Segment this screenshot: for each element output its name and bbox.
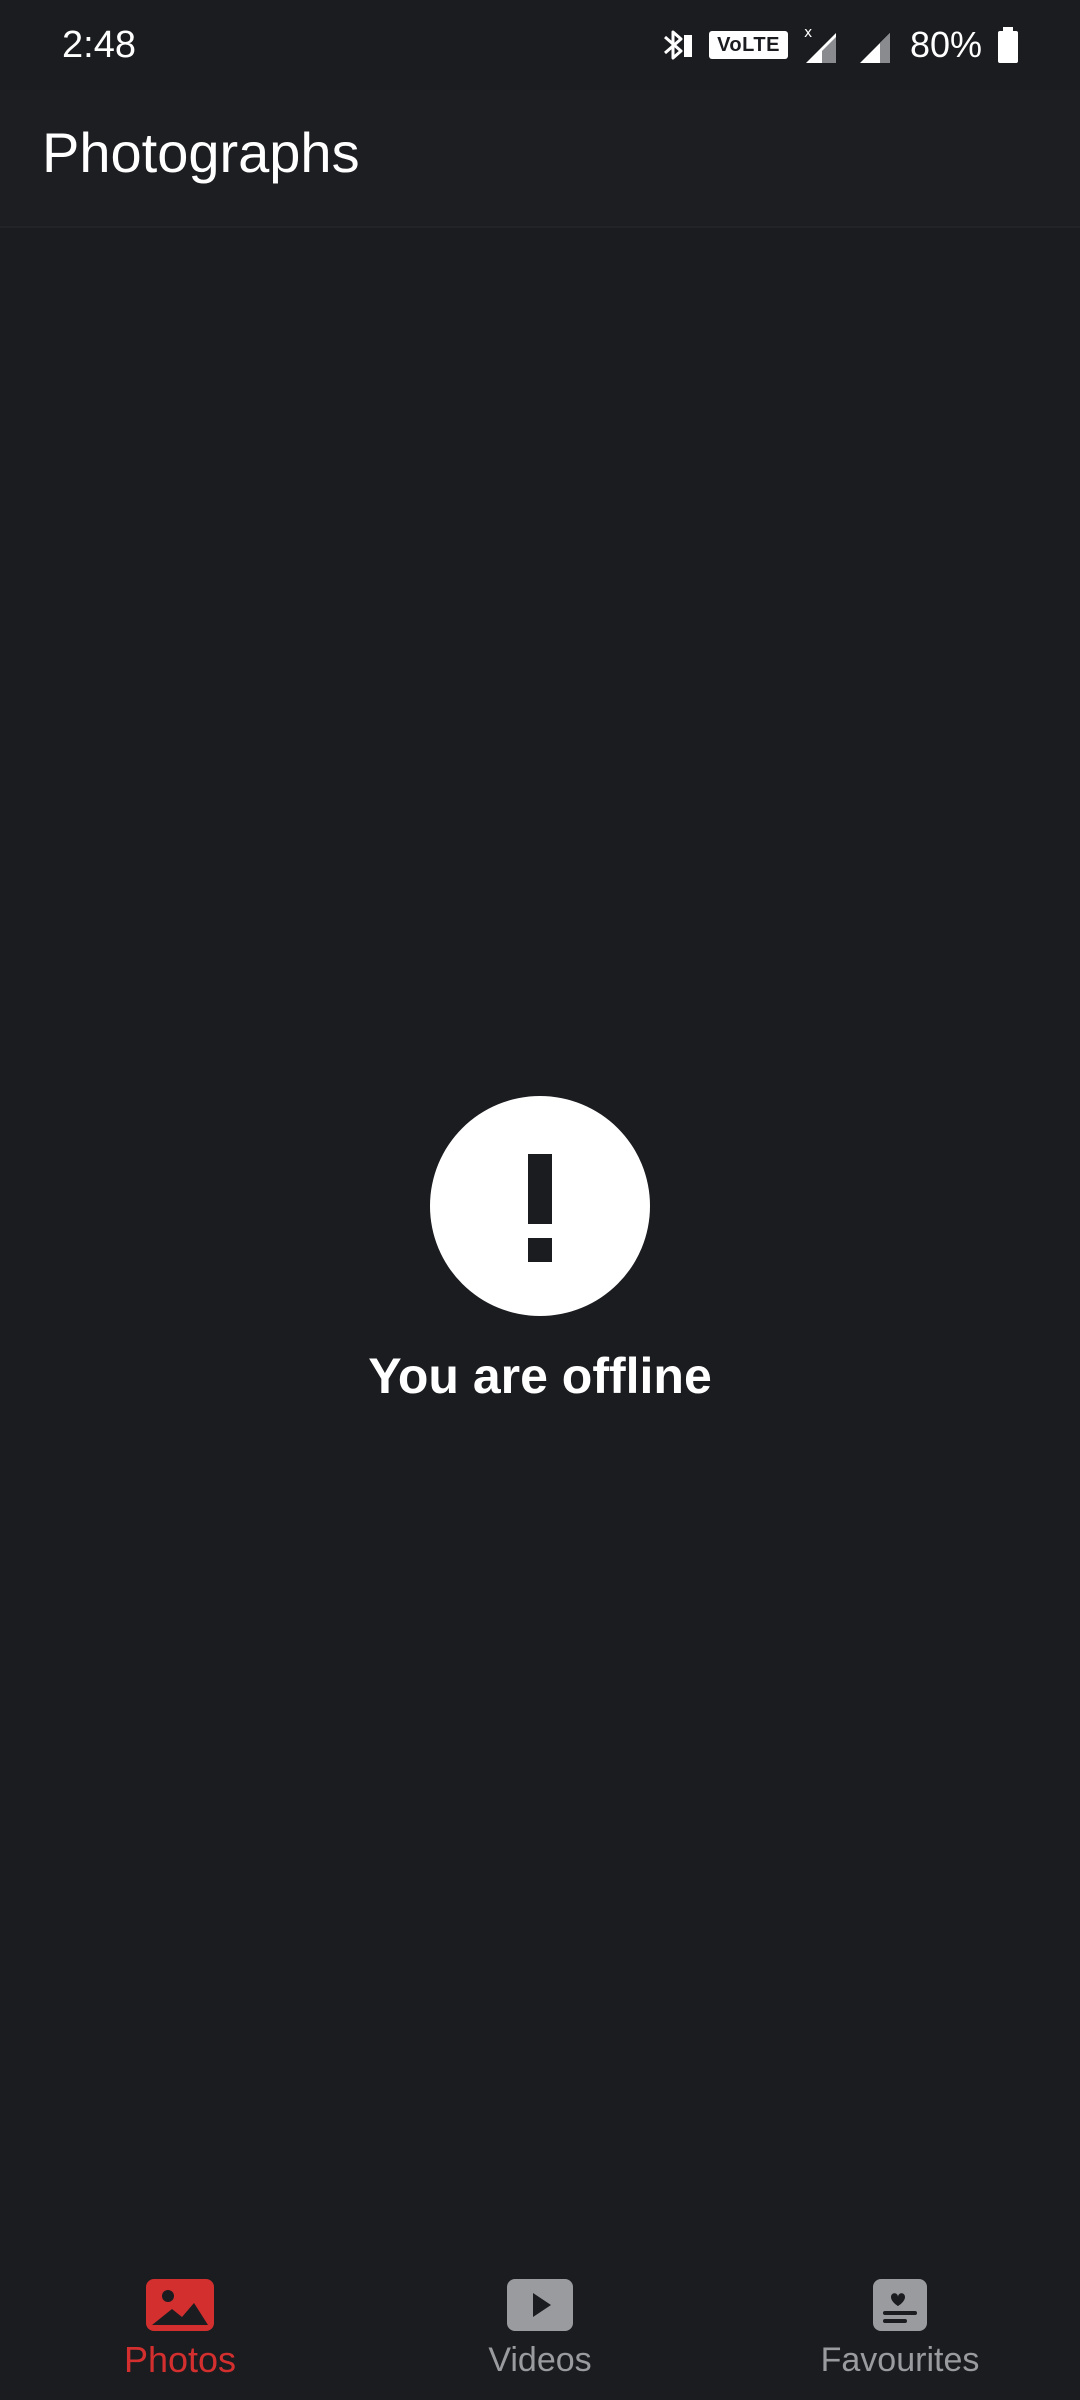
video-play-icon (507, 2278, 573, 2332)
status-bar: 2:48 VoLTE x 80% (0, 0, 1080, 90)
offline-message: You are offline (368, 1348, 712, 1404)
svg-text:x: x (804, 25, 812, 41)
offline-state: You are offline (0, 1096, 1080, 1408)
app-bar: Photographs (0, 90, 1080, 228)
signal-x-icon: x (802, 25, 842, 65)
status-time: 2:48 (62, 24, 136, 66)
bottom-navigation: Photos Videos Favourites (0, 2240, 1080, 2400)
nav-item-favourites[interactable]: Favourites (720, 2240, 1080, 2400)
favourites-icon (873, 2278, 927, 2332)
nav-label-videos: Videos (488, 2341, 592, 2379)
photo-icon (146, 2278, 214, 2332)
nav-label-favourites: Favourites (820, 2341, 980, 2379)
nav-item-videos[interactable]: Videos (360, 2240, 720, 2400)
signal-icon (856, 25, 896, 65)
battery-percentage: 80% (909, 24, 982, 65)
exclamation-circle-icon (430, 1096, 650, 1316)
nav-label-photos: Photos (123, 2339, 237, 2380)
page-title: Photographs (42, 121, 360, 184)
nav-item-photos[interactable]: Photos (0, 2240, 360, 2400)
bluetooth-icon (655, 25, 695, 65)
battery-icon (996, 25, 1020, 65)
volte-icon: VoLTE (709, 31, 788, 59)
status-icons: VoLTE x 80% (655, 18, 1020, 72)
